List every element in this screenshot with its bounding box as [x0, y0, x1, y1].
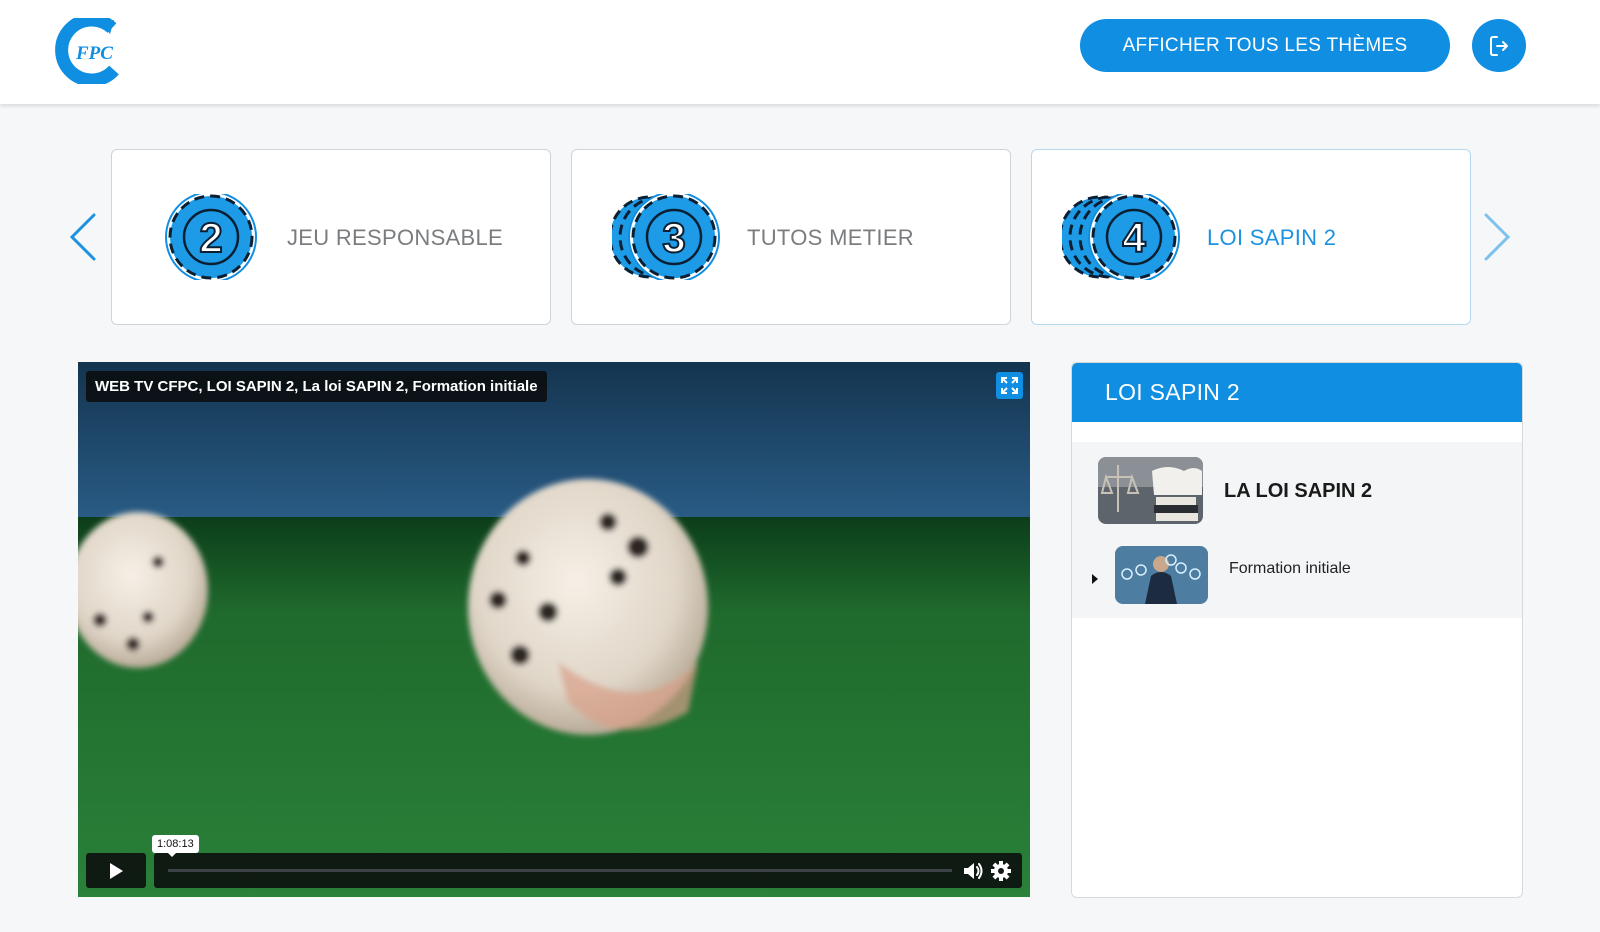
volume-icon[interactable] — [962, 860, 984, 882]
fullscreen-button[interactable] — [996, 372, 1023, 399]
video-frame — [78, 362, 1030, 897]
play-icon — [110, 862, 123, 879]
formation-initiale-thumbnail[interactable] — [1115, 546, 1208, 604]
cfpc-logo[interactable]: FPC — [52, 18, 126, 84]
logo-text: FPC — [75, 43, 113, 64]
playlist-group-title: LA LOI SAPIN 2 — [1224, 480, 1373, 502]
current-item-arrow-icon — [1092, 574, 1098, 584]
carousel-prev-button[interactable] — [68, 212, 98, 262]
playlist-item-title[interactable]: Formation initiale — [1229, 560, 1351, 578]
card-label: JEU RESPONSABLE — [287, 225, 504, 250]
law-books-thumbnail — [1098, 457, 1203, 524]
theme-card-loi-sapin-2[interactable]: 4 LOI SAPIN 2 — [1031, 149, 1471, 325]
playlist-group: LA LOI SAPIN 2 Formation initiale — [1072, 442, 1522, 618]
theme-card-jeu-responsable[interactable]: 2 JEU RESPONSABLE — [111, 149, 551, 325]
video-title: WEB TV CFPC, LOI SAPIN 2, La loi SAPIN 2… — [86, 371, 547, 402]
fullscreen-icon — [1001, 377, 1018, 394]
chip-stack-icon: 4 — [1062, 194, 1180, 280]
theme-card-tutos-metier[interactable]: 3 TUTOS METIER — [571, 149, 1011, 325]
card-number: 3 — [662, 214, 685, 261]
chevron-right-icon — [1484, 213, 1511, 261]
video-player[interactable]: WEB TV CFPC, LOI SAPIN 2, La loi SAPIN 2… — [78, 362, 1030, 897]
chip-icon: 2 — [165, 194, 257, 280]
card-label: LOI SAPIN 2 — [1207, 225, 1337, 250]
card-number: 2 — [199, 214, 222, 261]
card-label: TUTOS METIER — [747, 225, 914, 250]
card-number: 4 — [1122, 214, 1146, 261]
chip-stack-icon: 3 — [612, 194, 720, 280]
carousel-next-button[interactable] — [1482, 212, 1512, 262]
header: FPC AFFICHER TOUS LES THÈMES — [0, 0, 1600, 104]
playlist-panel: LOI SAPIN 2 LA LOI SAPIN 2 Formation ini… — [1071, 362, 1523, 898]
play-button[interactable] — [86, 853, 146, 888]
chevron-left-icon — [69, 213, 96, 261]
show-all-themes-button[interactable]: AFFICHER TOUS LES THÈMES — [1080, 19, 1450, 72]
playlist-header: LOI SAPIN 2 — [1072, 363, 1522, 422]
progress-bar[interactable] — [168, 869, 952, 872]
logout-button[interactable] — [1472, 19, 1526, 72]
logout-icon — [1490, 35, 1508, 56]
video-controls: 1:08:13 — [86, 835, 1022, 888]
settings-icon[interactable] — [990, 860, 1012, 882]
time-tooltip: 1:08:13 — [152, 835, 199, 857]
